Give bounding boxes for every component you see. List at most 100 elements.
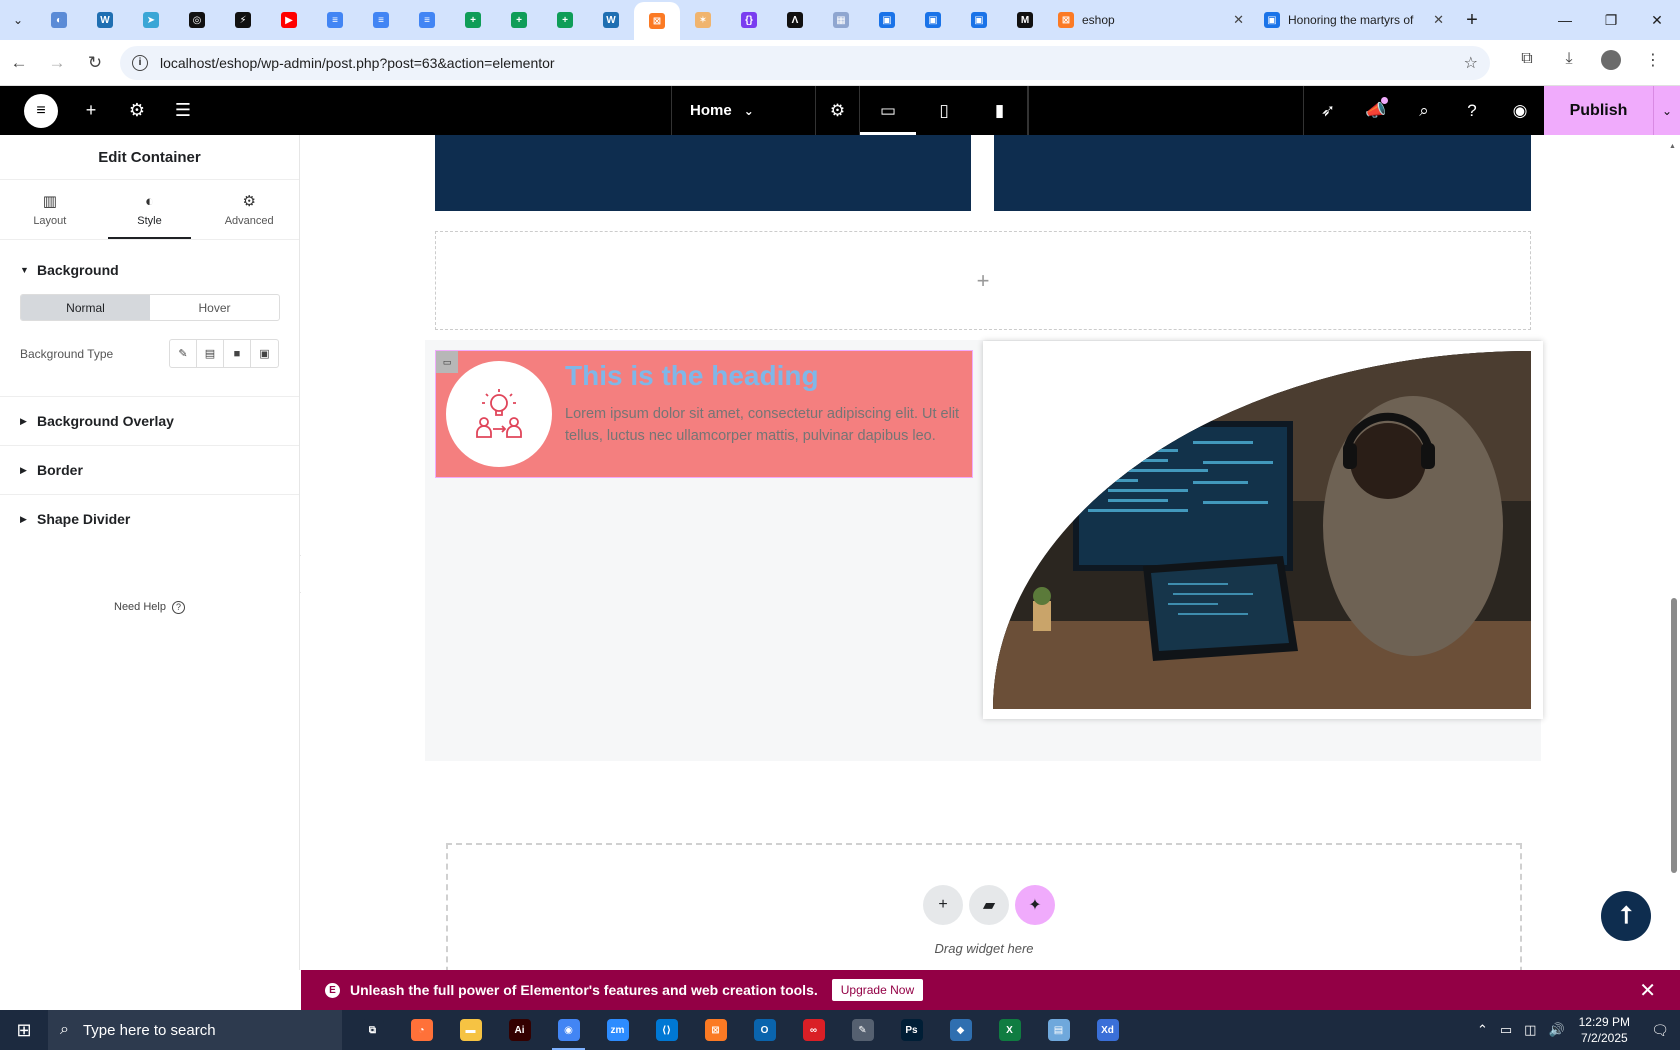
pinned-tab[interactable]: ▣ xyxy=(956,0,1002,40)
reload-icon[interactable]: ↻ xyxy=(76,53,114,73)
pinned-tab[interactable]: {} xyxy=(726,0,772,40)
notes-icon[interactable]: ▤ xyxy=(1034,1010,1083,1050)
icon-box-widget[interactable]: ▭ This is the heading Lorem ipsum dolor … xyxy=(435,350,973,478)
photoshop-icon[interactable]: Ps xyxy=(887,1010,936,1050)
xd-icon[interactable]: Xd xyxy=(1083,1010,1132,1050)
minimize-icon[interactable]: — xyxy=(1542,0,1588,40)
extensions-icon[interactable]: ⧉ xyxy=(1506,50,1548,75)
structure-layers-icon[interactable]: ☰ xyxy=(160,100,206,121)
gradient-icon[interactable]: ▤ xyxy=(197,340,224,367)
canvas-scrollbar[interactable]: ▲ xyxy=(1669,143,1679,963)
add-new-container-button[interactable]: + xyxy=(923,885,963,925)
firefox-icon[interactable]: ◔ xyxy=(397,1010,446,1050)
site-settings-icon[interactable]: ⚙ xyxy=(114,100,160,121)
pen-icon[interactable]: ✎ xyxy=(838,1010,887,1050)
pinned-tab[interactable]: W xyxy=(82,0,128,40)
pinned-tab[interactable]: ◎ xyxy=(174,0,220,40)
pinned-tab[interactable]: + xyxy=(450,0,496,40)
pinned-tab[interactable]: W xyxy=(588,0,634,40)
profile-avatar[interactable] xyxy=(1590,50,1632,75)
forward-icon[interactable]: → xyxy=(38,53,76,73)
section-border-toggle[interactable]: ▶ Border xyxy=(20,446,279,494)
section-background-toggle[interactable]: ▼ Background xyxy=(20,246,279,294)
pinned-tab[interactable]: ✶ xyxy=(680,0,726,40)
classic-brush-icon[interactable]: ✎ xyxy=(170,340,197,367)
search-icon[interactable]: ⌕ xyxy=(1400,86,1448,135)
close-tab-icon[interactable]: ✕ xyxy=(1433,12,1444,28)
slideshow-icon[interactable]: ▣ xyxy=(251,340,278,367)
desktop-view-icon[interactable]: ▭ xyxy=(860,86,916,135)
pinned-tab[interactable]: ≡ xyxy=(358,0,404,40)
add-element-icon[interactable]: + xyxy=(68,100,114,121)
app-icon[interactable]: ◆ xyxy=(936,1010,985,1050)
section-overlay-toggle[interactable]: ▶ Background Overlay xyxy=(20,397,279,445)
add-section-placeholder[interactable]: + xyxy=(435,231,1531,330)
close-window-icon[interactable]: ✕ xyxy=(1634,0,1680,40)
notification-center-icon[interactable]: 🗨 xyxy=(1640,1022,1680,1039)
mobile-view-icon[interactable]: ▮ xyxy=(972,86,1028,135)
preview-eye-icon[interactable]: ◉ xyxy=(1496,86,1544,135)
task-view-icon[interactable]: ⧉ xyxy=(348,1010,397,1050)
tray-chevron-up-icon[interactable]: ⌃ xyxy=(1477,1022,1488,1038)
close-banner-icon[interactable]: ✕ xyxy=(1639,978,1656,1003)
tab-layout[interactable]: ▥ Layout xyxy=(0,180,100,239)
monitor-icon[interactable]: ▭ xyxy=(1500,1022,1512,1038)
outlook-icon[interactable]: O xyxy=(740,1010,789,1050)
tab-style[interactable]: ◐ Style xyxy=(100,180,200,239)
hover-state-button[interactable]: Hover xyxy=(150,295,279,320)
network-icon[interactable]: ◫ xyxy=(1524,1022,1536,1038)
section-shape-divider-toggle[interactable]: ▶ Shape Divider xyxy=(20,495,279,543)
container-handle-icon[interactable]: ▭ xyxy=(436,351,458,373)
url-bar[interactable]: i localhost/eshop/wp-admin/post.php?post… xyxy=(120,45,1490,80)
pinned-tab[interactable]: ▶ xyxy=(266,0,312,40)
restore-icon[interactable]: ❐ xyxy=(1588,0,1634,40)
download-icon[interactable]: ⤓ xyxy=(1548,50,1590,75)
scroll-up-arrow-icon[interactable]: ▲ xyxy=(1669,143,1676,150)
upgrade-now-button[interactable]: Upgrade Now xyxy=(831,979,924,1001)
file-explorer-icon[interactable]: ▬ xyxy=(446,1010,495,1050)
pinned-tab[interactable]: ≡ xyxy=(312,0,358,40)
icon-box-heading[interactable]: This is the heading xyxy=(565,360,819,392)
taskbar-search-box[interactable]: ⌕ Type here to search xyxy=(48,1010,342,1050)
template-library-folder-icon[interactable]: ▰ xyxy=(969,885,1009,925)
excel-icon[interactable]: X xyxy=(985,1010,1034,1050)
pinned-tab[interactable]: ⚡ xyxy=(220,0,266,40)
zoom-icon[interactable]: zm xyxy=(593,1010,642,1050)
help-icon[interactable]: ? xyxy=(1448,86,1496,135)
elementor-logo-icon[interactable]: ≡ xyxy=(24,93,58,128)
browser-menu-icon[interactable]: ⋮ xyxy=(1632,50,1674,75)
page-settings-gear-icon[interactable]: ⚙ xyxy=(816,86,860,135)
pinned-tab[interactable]: ▦ xyxy=(818,0,864,40)
navy-block[interactable] xyxy=(994,135,1531,211)
clock[interactable]: 12:29 PM 7/2/2025 xyxy=(1579,1014,1630,1046)
volume-icon[interactable]: 🔊 xyxy=(1548,1022,1564,1038)
pinned-tab[interactable]: ▣ xyxy=(864,0,910,40)
close-tab-icon[interactable]: ✕ xyxy=(1233,12,1244,28)
vscode-icon[interactable]: ⟨⟩ xyxy=(642,1010,691,1050)
site-info-icon[interactable]: i xyxy=(132,54,148,71)
pinned-tab[interactable]: + xyxy=(496,0,542,40)
pinned-tab[interactable]: ➤ xyxy=(128,0,174,40)
pinned-tab[interactable]: M xyxy=(1002,0,1048,40)
ai-sparkle-icon[interactable]: ✦ xyxy=(1015,885,1055,925)
launch-rocket-icon[interactable]: ➶ xyxy=(1304,86,1352,135)
creative-cloud-icon[interactable]: ∞ xyxy=(789,1010,838,1050)
scroll-to-top-button[interactable]: ⭡ xyxy=(1601,891,1651,941)
bookmark-star-icon[interactable]: ☆ xyxy=(1464,53,1478,73)
pinned-tab[interactable]: ≡ xyxy=(404,0,450,40)
tablet-view-icon[interactable]: ▯ xyxy=(916,86,972,135)
video-icon[interactable]: ■ xyxy=(224,340,251,367)
pinned-tab[interactable]: + xyxy=(542,0,588,40)
pinned-tab[interactable]: Λ xyxy=(772,0,818,40)
page-selector[interactable]: Home ⌄ xyxy=(672,86,816,135)
tab-advanced[interactable]: ⚙ Advanced xyxy=(199,180,299,239)
pinned-tab[interactable]: ⊠ xyxy=(634,2,680,40)
notifications-megaphone-icon[interactable]: 📣 xyxy=(1352,86,1400,135)
tab-honoring[interactable]: ▣ Honoring the martyrs of ✕ xyxy=(1254,0,1454,40)
pinned-tab[interactable]: ◐ xyxy=(36,0,82,40)
back-icon[interactable]: ← xyxy=(0,53,38,73)
tab-search-button[interactable]: ⌄ xyxy=(0,0,36,40)
empty-section-dropzone[interactable]: + ▰ ✦ Drag widget here xyxy=(446,843,1522,970)
publish-button[interactable]: Publish xyxy=(1544,86,1654,135)
chrome-icon[interactable]: ◉ xyxy=(544,1010,593,1050)
